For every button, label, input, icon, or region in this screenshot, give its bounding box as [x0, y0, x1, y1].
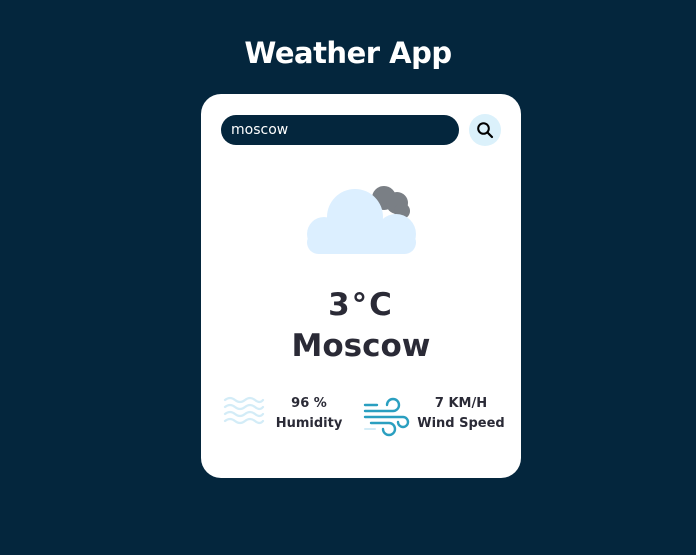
humidity-stat: 96 % Humidity	[271, 394, 347, 434]
search-icon	[477, 122, 494, 139]
city-name: Moscow	[291, 328, 431, 364]
search-button[interactable]	[469, 114, 501, 146]
weather-card: 3°C Moscow 96 % Humidity 7 KM/H Wind Spe…	[201, 94, 521, 478]
wind-stat: 7 KM/H Wind Speed	[415, 394, 507, 434]
humidity-icon	[223, 396, 265, 425]
temperature: 3°C	[328, 287, 394, 323]
humidity-label: Humidity	[275, 416, 343, 431]
wind-icon	[363, 397, 410, 437]
search-input[interactable]	[221, 115, 459, 145]
wind-label: Wind Speed	[417, 416, 505, 431]
app-title: Weather App	[244, 36, 452, 70]
wind-value: 7 KM/H	[434, 396, 488, 411]
humidity-value: 96 %	[291, 396, 327, 411]
cloudy-icon	[307, 186, 416, 254]
